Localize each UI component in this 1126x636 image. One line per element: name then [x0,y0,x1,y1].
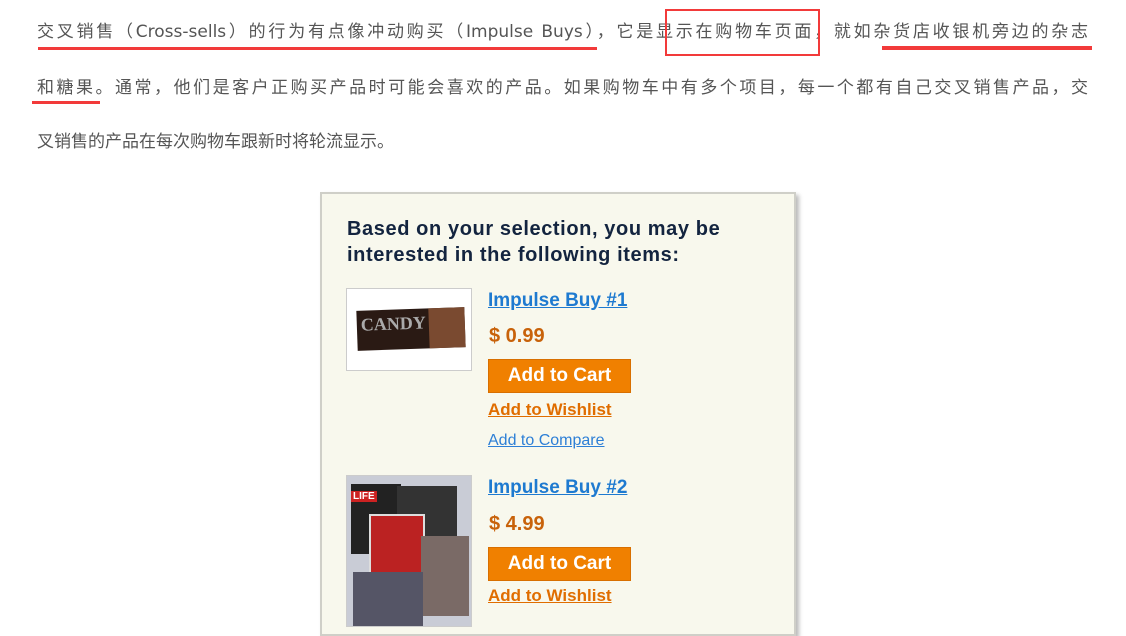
impulse-buy-2-link[interactable]: Impulse Buy #2 [488,477,627,499]
red-underline-annotation [32,101,100,104]
price: $ 4.99 [489,513,545,535]
candy-bar-image[interactable]: CANDY [346,288,472,371]
cross-sell-panel: Based on your selection, you may be inte… [320,192,796,636]
article-line-2: 和糖果。通常，他们是客户正购买产品时可能会喜欢的产品。如果购物车中有多个项目，每… [37,78,1088,98]
price: $ 0.99 [489,325,545,347]
red-box-annotation [665,9,820,56]
magazines-image[interactable]: LIFE [346,475,472,627]
add-to-wishlist-link[interactable]: Add to Wishlist [488,400,612,420]
add-to-cart-button[interactable]: Add to Cart [488,547,631,581]
add-to-wishlist-link[interactable]: Add to Wishlist [488,586,612,606]
red-underline-annotation [882,46,1092,50]
impulse-buy-1-link[interactable]: Impulse Buy #1 [488,290,627,312]
article-line-1: 交叉销售（Cross-sells）的行为有点像冲动购买（Impulse Buys… [37,22,1088,42]
candy-label: CANDY [360,312,427,335]
red-underline-annotation [38,47,597,50]
add-to-cart-button[interactable]: Add to Cart [488,359,631,393]
article-line-3: 叉销售的产品在每次购物车跟新时将轮流显示。 [37,132,394,152]
add-to-compare-link[interactable]: Add to Compare [488,432,605,450]
panel-heading: Based on your selection, you may be inte… [347,218,721,266]
magazine-label: LIFE [351,491,377,502]
